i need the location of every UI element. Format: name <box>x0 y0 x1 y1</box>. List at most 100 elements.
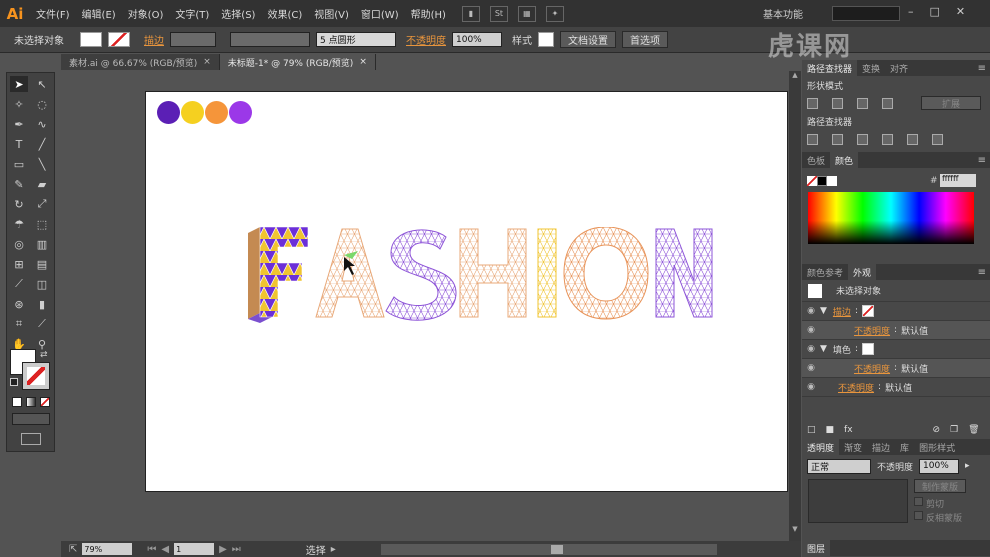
merge-icon[interactable] <box>857 133 868 145</box>
menu-file[interactable]: 文件(F) <box>30 6 76 21</box>
object-opacity-link[interactable]: 不透明度 <box>838 381 874 394</box>
preferences-button[interactable]: 首选项 <box>622 31 668 48</box>
tab-color-guide[interactable]: 颜色参考 <box>802 264 848 280</box>
eye-icon[interactable]: ◉ <box>802 306 820 316</box>
minimize-button[interactable]: – <box>908 5 914 18</box>
minus-back-icon[interactable] <box>932 133 943 145</box>
add-fill-icon[interactable]: ■ <box>826 425 835 435</box>
pencil-tool-icon[interactable]: ✎ <box>10 176 28 192</box>
next-artboard-icon[interactable]: ▶ <box>219 544 227 555</box>
swap-colors-icon[interactable]: ⇄ <box>40 350 48 360</box>
eyedropper-tool-icon[interactable]: ⟋ <box>10 276 28 292</box>
blend-tool-icon[interactable]: ◫ <box>33 276 51 292</box>
white-color-icon[interactable] <box>827 176 837 186</box>
fill-swatch[interactable] <box>80 32 102 47</box>
none-mode-icon[interactable] <box>40 397 50 407</box>
menu-window[interactable]: 窗口(W) <box>355 6 405 21</box>
symbol-sprayer-tool-icon[interactable]: ⊛ <box>10 296 28 312</box>
zoom-combo[interactable]: 79% <box>82 543 133 555</box>
object-opacity-row[interactable]: ◉ 不透明度 : 默认值 <box>802 378 990 397</box>
letter-n-wire[interactable] <box>655 228 713 318</box>
sync-icon[interactable]: ✦ <box>545 5 564 22</box>
direct-selection-tool-icon[interactable]: ↖ <box>33 76 51 92</box>
color-mode-icon[interactable] <box>12 397 22 407</box>
divide-icon[interactable] <box>807 133 818 145</box>
fashion-artwork[interactable] <box>246 227 716 327</box>
screen-mode-icon[interactable] <box>21 433 41 445</box>
close-button[interactable]: ✕ <box>956 5 965 18</box>
tab-libraries[interactable]: 库 <box>895 439 914 455</box>
add-effect-icon[interactable]: fx <box>844 425 853 435</box>
tab-material[interactable]: 素材.ai @ 66.67% (RGB/预览) × <box>61 54 220 70</box>
paintbrush-tool-icon[interactable]: ╲ <box>33 156 51 172</box>
last-artboard-icon[interactable]: ⏭ <box>232 544 241 555</box>
perspective-grid-tool-icon[interactable]: ▥ <box>33 236 51 252</box>
tab-transform[interactable]: 变换 <box>857 60 885 76</box>
rotate-tool-icon[interactable]: ↻ <box>10 196 28 212</box>
trans-opacity-combo[interactable]: 100% <box>919 458 960 474</box>
letter-o-wire[interactable] <box>563 227 649 320</box>
letter-s-wire[interactable] <box>385 229 457 321</box>
minus-front-icon[interactable] <box>832 97 843 109</box>
palette-dot-violet[interactable] <box>229 101 252 124</box>
eye-icon[interactable]: ◉ <box>802 363 820 373</box>
tab-transparency[interactable]: 透明度 <box>802 439 840 455</box>
appearance-menu-icon[interactable]: ≡ <box>978 267 986 278</box>
stroke-color-box[interactable] <box>22 362 50 390</box>
brush-combo[interactable]: 5 点圆形 <box>316 32 396 47</box>
mask-thumbnail[interactable] <box>808 479 908 523</box>
palette-dot-yellow[interactable] <box>181 101 204 124</box>
trans-opacity-arrow-icon[interactable]: ▸ <box>965 461 970 471</box>
type-tool-icon[interactable]: T <box>10 136 28 152</box>
artboard-tool-icon[interactable]: ⌗ <box>10 316 28 332</box>
draw-mode-icon[interactable] <box>12 413 50 425</box>
tab-close-icon[interactable]: × <box>359 57 367 67</box>
scale-tool-icon[interactable]: ⤢ <box>33 196 51 212</box>
letter-f-3d[interactable] <box>248 227 324 323</box>
palette-dot-orange[interactable] <box>205 101 228 124</box>
tab-align[interactable]: 对齐 <box>885 60 913 76</box>
lasso-tool-icon[interactable]: ◌ <box>33 96 51 112</box>
stroke-link[interactable]: 描边 <box>833 305 851 318</box>
clip-checkbox-row[interactable]: 剪切 <box>914 497 944 510</box>
menu-effect[interactable]: 效果(C) <box>261 6 308 21</box>
stroke-swatch[interactable] <box>108 32 130 47</box>
scroll-down-icon[interactable]: ▼ <box>789 525 801 533</box>
search-input[interactable] <box>832 6 900 21</box>
letter-a-wire[interactable] <box>315 228 385 318</box>
menu-help[interactable]: 帮助(H) <box>405 6 452 21</box>
mesh-tool-icon[interactable]: ⊞ <box>10 256 28 272</box>
menu-edit[interactable]: 编辑(E) <box>76 6 122 21</box>
invert-checkbox[interactable] <box>914 511 923 520</box>
free-transform-tool-icon[interactable]: ⬚ <box>33 216 51 232</box>
workspace-switcher[interactable]: 基本功能 <box>763 6 803 21</box>
fill-opacity-link[interactable]: 不透明度 <box>854 362 890 375</box>
eye-icon[interactable]: ◉ <box>802 344 820 354</box>
line-tool-icon[interactable]: ╱ <box>33 136 51 152</box>
gradient-tool-icon[interactable]: ▤ <box>33 256 51 272</box>
magic-wand-tool-icon[interactable]: ✧ <box>10 96 28 112</box>
stroke-label[interactable]: 描边 <box>144 32 164 47</box>
tab-swatches[interactable]: 色板 <box>802 152 830 168</box>
stroke-opacity-link[interactable]: 不透明度 <box>854 324 890 337</box>
horizontal-scrollbar[interactable] <box>380 543 717 555</box>
color-panel-menu-icon[interactable]: ≡ <box>978 155 986 166</box>
tab-close-icon[interactable]: × <box>203 57 211 67</box>
menu-type[interactable]: 文字(T) <box>169 6 215 21</box>
status-menu-icon[interactable]: ▸ <box>331 544 336 555</box>
crop-icon[interactable] <box>882 133 893 145</box>
pen-tool-icon[interactable]: ✒ <box>10 116 28 132</box>
scroll-up-icon[interactable]: ▲ <box>789 71 801 79</box>
exclude-icon[interactable] <box>882 97 893 109</box>
none-color-icon[interactable] <box>807 176 817 186</box>
first-artboard-icon[interactable]: ⏮ <box>147 544 156 555</box>
artboard[interactable] <box>145 91 788 492</box>
tab-color[interactable]: 颜色 <box>830 152 859 168</box>
stroke-none-swatch[interactable] <box>861 305 874 317</box>
hex-input[interactable]: ffffff <box>940 174 976 187</box>
stroke-weight-combo[interactable] <box>170 32 216 47</box>
clear-appearance-icon[interactable]: ⊘ <box>933 425 941 435</box>
expand-button[interactable]: 扩展 <box>921 96 981 110</box>
eraser-tool-icon[interactable]: ▰ <box>33 176 51 192</box>
fill-row[interactable]: ◉ ▼ 填色 : <box>802 340 990 359</box>
